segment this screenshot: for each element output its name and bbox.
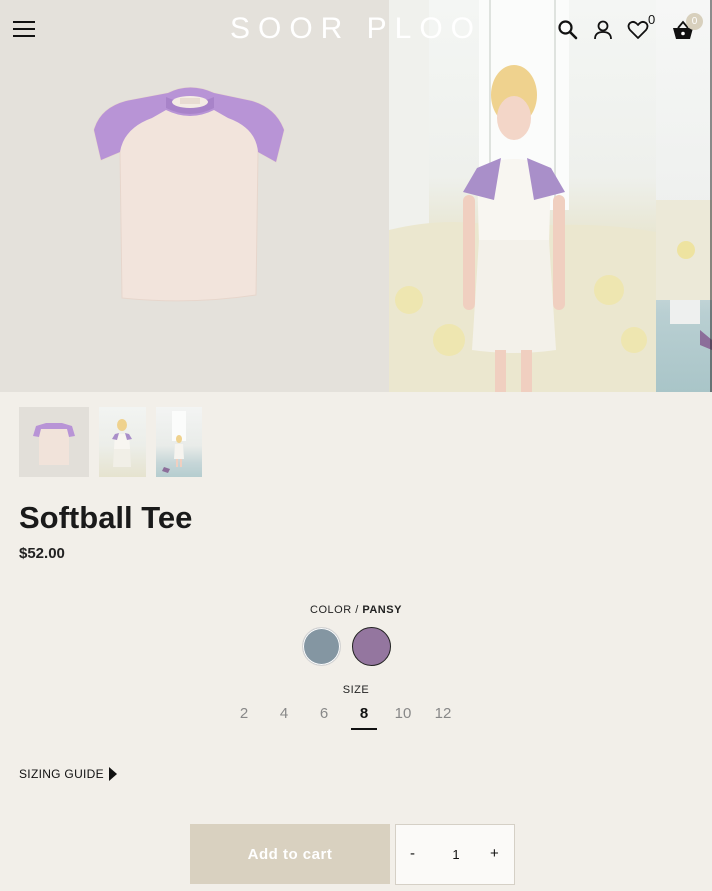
size-label: SIZE — [342, 684, 370, 696]
size-option-8[interactable]: 8 — [351, 705, 377, 730]
product-price: $52.00 — [19, 545, 65, 562]
sizing-guide-label: SIZING GUIDE — [19, 767, 104, 781]
sizing-guide-link[interactable]: SIZING GUIDE — [19, 767, 117, 781]
wishlist-count: 0 — [648, 12, 656, 27]
wishlist-heart-icon[interactable] — [626, 18, 650, 42]
caret-right-icon — [108, 767, 117, 781]
account-icon[interactable] — [591, 18, 615, 42]
product-title: Softball Tee — [19, 500, 193, 535]
size-option-12[interactable]: 12 — [430, 705, 456, 722]
size-option-4[interactable]: 4 — [271, 705, 297, 722]
thumbnail-room[interactable] — [156, 407, 202, 477]
size-option-10[interactable]: 10 — [390, 705, 416, 722]
quantity-stepper: - 1 + — [395, 824, 515, 885]
selected-color-name: PANSY — [362, 604, 402, 616]
thumbnail-model[interactable] — [99, 407, 146, 477]
cart-count: 0 — [686, 13, 703, 30]
color-label-prefix: COLOR / — [310, 604, 363, 616]
quantity-input[interactable]: 1 — [436, 847, 476, 862]
thumbnail-model-image — [112, 419, 132, 467]
color-label: COLOR / PANSY — [0, 604, 712, 616]
site-header: SOOR PLOO 0 0 — [0, 0, 712, 60]
quantity-increase-button[interactable]: + — [490, 845, 499, 862]
search-icon[interactable] — [556, 18, 580, 42]
quantity-decrease-button[interactable]: - — [410, 845, 415, 862]
size-option-2[interactable]: 2 — [231, 705, 257, 722]
color-swatch-slate[interactable] — [302, 627, 341, 666]
thumbnail-tee-image — [33, 423, 75, 465]
thumbnail-room-image — [162, 411, 186, 473]
size-option-6[interactable]: 6 — [311, 705, 337, 722]
color-swatch-pansy[interactable] — [352, 627, 391, 666]
add-to-cart-button[interactable]: Add to cart — [190, 824, 390, 884]
thumbnail-tee[interactable] — [19, 407, 89, 477]
